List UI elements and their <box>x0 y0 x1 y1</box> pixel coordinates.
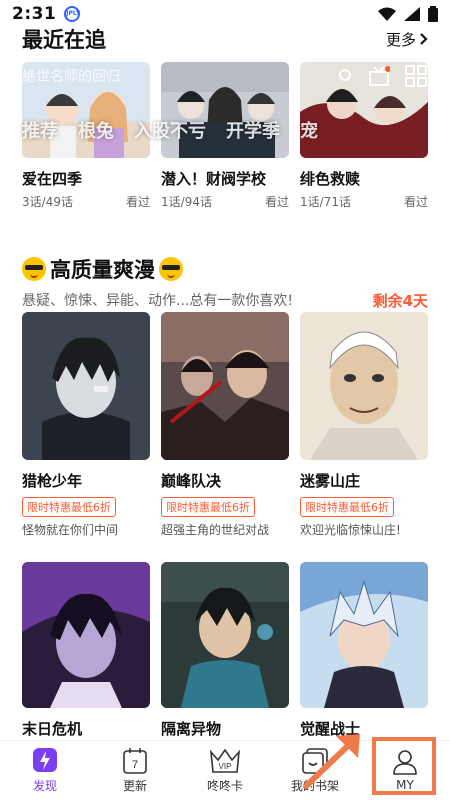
cool-emoji-icon <box>22 257 46 281</box>
tab-bookshelf-label: 我的书架 <box>290 778 339 793</box>
recent-title-3: 绯色救赎 <box>300 170 361 188</box>
recent-header: 最近在追 更多 <box>22 24 428 54</box>
tab-bookshelf[interactable]: 我的书架 <box>270 741 360 800</box>
hq-card-1[interactable]: 猎枪少年 限时特惠最低6折 怪物就在你们中间 <box>22 312 150 538</box>
svg-text:VIP: VIP <box>219 762 232 771</box>
hq-title-5: 隔离异物 <box>161 720 222 738</box>
recent-cover-3 <box>300 62 428 158</box>
status-time: 2:31 <box>12 4 57 24</box>
tab-discover[interactable]: 发现 <box>0 741 90 800</box>
hq-subtitle-row: 悬疑、惊悚、异能、动作...总有一款你喜欢! 剩余4天 <box>22 290 428 311</box>
hq-title-2: 巅峰队决 <box>161 472 222 490</box>
hq-cover-2 <box>161 312 289 460</box>
status-icons <box>378 6 438 22</box>
hq-promo-1: 限时特惠最低6折 <box>22 497 116 517</box>
hq-title-3: 迷雾山庄 <box>300 472 361 490</box>
hq-title-4: 末日危机 <box>22 720 83 738</box>
recent-meta-3: 1话/71话 看过 <box>300 193 428 210</box>
tab-update[interactable]: 7 更新 <box>90 741 180 800</box>
svg-text:7: 7 <box>132 759 138 771</box>
signal-icon <box>404 7 420 21</box>
person-icon <box>393 750 417 775</box>
chevron-right-icon <box>420 33 428 45</box>
bottom-tab-bar: 发现 7 更新 VIP 咚咚卡 我的书架 MY <box>0 740 450 800</box>
recent-progress-1: 3话/49话 <box>22 195 73 209</box>
recent-status-3: 看过 <box>403 195 428 209</box>
hq-header: 高质量爽漫 悬疑、惊悚、异能、动作...总有一款你喜欢! 剩余4天 <box>22 254 428 311</box>
hq-remaining: 剩余4天 <box>372 292 428 310</box>
recent-card-1[interactable]: 爱在四季 3话/49话 看过 <box>22 62 150 210</box>
hq-cover-3 <box>300 312 428 460</box>
tab-update-label: 更新 <box>122 778 147 793</box>
hq-cover-5 <box>161 562 289 708</box>
battery-icon <box>428 6 438 22</box>
more-label: 更多 <box>385 30 416 49</box>
hq-title-6: 觉醒战士 <box>300 720 361 738</box>
hq-desc-3: 欢迎光临惊悚山庄! <box>300 523 401 537</box>
recent-title-2: 潜入！财阀学校 <box>161 170 267 188</box>
hq-card-2[interactable]: 巅峰队决 限时特惠最低6折 超强主角的世纪对战 <box>161 312 289 538</box>
wifi-icon <box>378 7 396 21</box>
recent-cover-2 <box>161 62 289 158</box>
hq-card-3[interactable]: 迷雾山庄 限时特惠最低6折 欢迎光临惊悚山庄! <box>300 312 428 538</box>
hq-card-6[interactable]: 觉醒战士 <box>300 562 428 739</box>
recent-cover-1 <box>22 62 150 158</box>
recent-meta-2: 1话/94话 看过 <box>161 193 289 210</box>
hq-cover-6 <box>300 562 428 708</box>
hq-desc-2: 超强主角的世纪对战 <box>161 523 270 537</box>
tab-my-label: MY <box>396 778 414 792</box>
recent-meta-1: 3话/49话 看过 <box>22 193 150 210</box>
recent-progress-3: 1话/71话 <box>300 195 351 209</box>
hq-cover-4 <box>22 562 150 708</box>
recent-title-1: 爱在四季 <box>22 170 83 188</box>
recent-card-2[interactable]: 潜入！财阀学校 1话/94话 看过 <box>161 62 289 210</box>
hq-desc-1: 怪物就在你们中间 <box>22 523 119 537</box>
hq-title-1: 猎枪少年 <box>22 472 83 490</box>
recent-title: 最近在追 <box>22 28 106 52</box>
recent-status-1: 看过 <box>125 195 150 209</box>
hq-promo-2: 限时特惠最低6折 <box>161 497 255 517</box>
hq-title: 高质量爽漫 <box>50 258 155 282</box>
hq-card-4[interactable]: 末日危机 <box>22 562 150 739</box>
hq-cover-1 <box>22 312 150 460</box>
calendar-icon: 7 <box>123 747 147 774</box>
bookshelf-icon <box>302 747 328 774</box>
discover-icon <box>33 747 57 772</box>
more-link[interactable]: 更多 <box>386 29 428 50</box>
tab-my[interactable]: MY <box>360 741 450 800</box>
recent-progress-2: 1话/94话 <box>161 195 212 209</box>
hq-card-5[interactable]: 隔离异物 <box>161 562 289 739</box>
cool-emoji-icon <box>159 257 183 281</box>
hq-promo-3: 限时特惠最低6折 <box>300 497 394 517</box>
hq-title-row: 高质量爽漫 <box>22 254 428 284</box>
recent-card-3[interactable]: 绯色救赎 1话/71话 看过 <box>300 62 428 210</box>
app-notification-icon: JPLY <box>64 6 81 22</box>
tab-discover-label: 发现 <box>32 778 57 793</box>
tab-dongdong-label: 咚咚卡 <box>206 778 243 793</box>
vip-icon: VIP <box>209 748 241 773</box>
hq-subtitle: 悬疑、惊悚、异能、动作...总有一款你喜欢! <box>22 293 293 309</box>
recent-status-2: 看过 <box>264 195 289 209</box>
tab-dongdong-card[interactable]: VIP 咚咚卡 <box>180 741 270 800</box>
